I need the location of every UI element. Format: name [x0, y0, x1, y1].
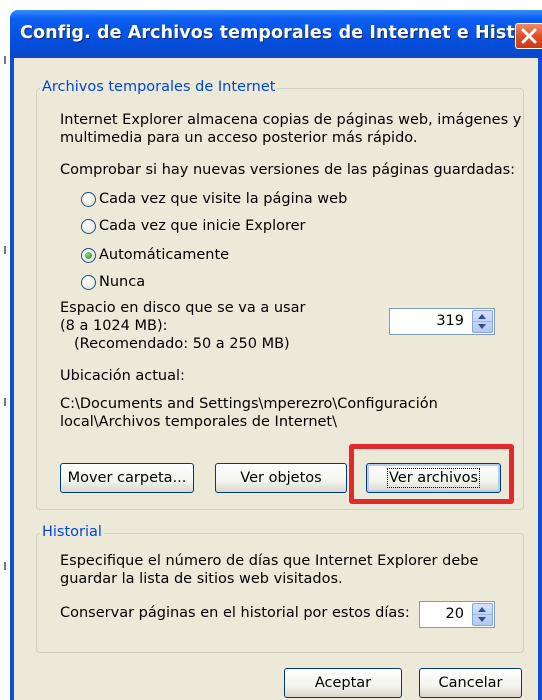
history-description-2: guardar la lista de sitios web visitados…: [60, 571, 343, 587]
radio-every-visit[interactable]: Cada vez que visite la página web: [81, 189, 347, 209]
arrow-down-icon[interactable]: [478, 324, 486, 329]
radio-button[interactable]: [81, 218, 96, 234]
location-path-1: C:\Documents and Settings\mperezro\Confi…: [60, 396, 438, 412]
cancel-label: Cancelar: [438, 675, 503, 691]
arrow-up-icon[interactable]: [478, 314, 486, 319]
disk-space-recommended: (Recomendado: 50 a 250 MB): [74, 336, 290, 352]
history-days-value[interactable]: 20: [446, 606, 464, 622]
move-folder-label: Mover carpeta...: [67, 470, 187, 486]
location-path-2: local\Archivos temporales de Internet\: [60, 414, 338, 430]
radio-label: Cada vez que visite la página web: [99, 191, 348, 207]
window-title: Config. de Archivos temporales de Intern…: [20, 23, 542, 43]
history-days-label: Conservar páginas en el historial por es…: [60, 605, 410, 621]
history-legend: Historial: [40, 524, 104, 540]
radio-label: Cada vez que inicie Explorer: [99, 218, 306, 234]
disk-space-stepper[interactable]: 319: [389, 308, 495, 335]
view-files-label: Ver archivos: [386, 468, 481, 488]
spin-divider: [473, 321, 492, 322]
disk-space-value[interactable]: 319: [436, 313, 464, 329]
arrow-down-icon[interactable]: [478, 617, 486, 622]
temp-files-legend: Archivos temporales de Internet: [40, 79, 278, 95]
view-files-button[interactable]: Ver archivos: [366, 463, 501, 493]
ok-label: Aceptar: [314, 675, 372, 691]
close-button[interactable]: [515, 23, 542, 49]
dialog-client: Archivos temporales de Internet Internet…: [14, 58, 538, 700]
history-days-stepper[interactable]: 20: [419, 601, 495, 628]
spin-arrows[interactable]: [472, 310, 493, 333]
disk-space-label-2: (8 a 1024 MB):: [60, 318, 168, 334]
spin-arrows[interactable]: [472, 603, 493, 626]
radio-every-start[interactable]: Cada vez que inicie Explorer: [81, 216, 306, 236]
disk-space-label-1: Espacio en disco que se va a usar: [60, 300, 306, 316]
radio-label: Nunca: [99, 274, 146, 290]
temp-files-description-2: multimedia para un acceso posterior más …: [60, 130, 418, 146]
radio-never[interactable]: Nunca: [81, 272, 145, 292]
view-objects-button[interactable]: Ver objetos: [215, 463, 347, 493]
view-objects-label: Ver objetos: [240, 470, 322, 486]
spin-divider: [473, 614, 492, 615]
cancel-button[interactable]: Cancelar: [419, 668, 522, 698]
page-edge: [0, 0, 10, 700]
close-icon: [521, 28, 537, 44]
move-folder-button[interactable]: Mover carpeta...: [60, 463, 194, 493]
history-description-1: Especifique el número de días que Intern…: [60, 553, 479, 569]
radio-button-checked[interactable]: [81, 247, 96, 263]
temp-files-description-1: Internet Explorer almacena copias de pág…: [60, 112, 522, 128]
radio-label: Automáticamente: [99, 247, 230, 263]
check-versions-label: Comprobar si hay nuevas versiones de las…: [60, 162, 516, 178]
radio-button[interactable]: [81, 274, 96, 290]
title-bar: Config. de Archivos temporales de Intern…: [10, 10, 542, 58]
radio-button[interactable]: [81, 191, 96, 207]
dialog-window: Config. de Archivos temporales de Intern…: [10, 10, 542, 700]
arrow-up-icon[interactable]: [478, 607, 486, 612]
radio-automatic[interactable]: Automáticamente: [81, 245, 229, 265]
ok-button[interactable]: Aceptar: [284, 668, 402, 698]
location-label: Ubicación actual:: [60, 368, 185, 384]
history-group: [36, 533, 524, 653]
